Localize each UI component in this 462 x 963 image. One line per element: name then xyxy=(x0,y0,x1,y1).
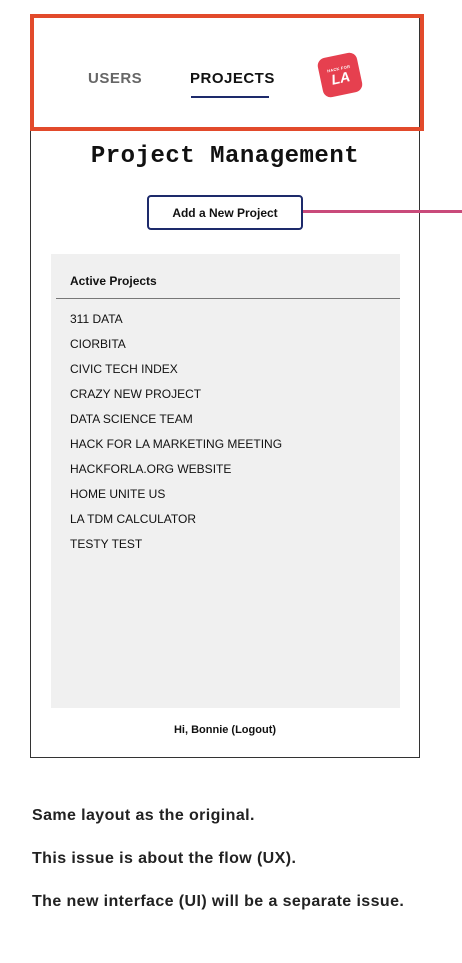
note-line: This issue is about the flow (UX). xyxy=(32,850,297,867)
panel-title: Active Projects xyxy=(70,274,157,288)
project-item[interactable]: HACKFORLA.ORG WEBSITE xyxy=(70,462,282,487)
project-item[interactable]: CIORBITA xyxy=(70,337,282,362)
header-highlight-box xyxy=(30,14,424,131)
panel-divider xyxy=(56,298,400,299)
project-item[interactable]: 311 DATA xyxy=(70,312,282,337)
project-item[interactable]: LA TDM CALCULATOR xyxy=(70,512,282,537)
note-line: The new interface (UI) will be a separat… xyxy=(32,893,405,910)
user-greeting-logout[interactable]: Hi, Bonnie (Logout) xyxy=(31,724,419,736)
note-line: Same layout as the original. xyxy=(32,807,255,824)
annotation-pointer-line xyxy=(303,210,462,213)
project-item[interactable]: HACK FOR LA MARKETING MEETING xyxy=(70,437,282,462)
add-project-button[interactable]: Add a New Project xyxy=(147,195,303,230)
annotation-notes: Same layout as the original. This issue … xyxy=(32,806,432,935)
project-item[interactable]: HOME UNITE US xyxy=(70,487,282,512)
project-item[interactable]: TESTY TEST xyxy=(70,537,282,562)
active-projects-panel: Active Projects 311 DATA CIORBITA CIVIC … xyxy=(51,254,400,708)
project-item[interactable]: DATA SCIENCE TEAM xyxy=(70,412,282,437)
page-title: Project Management xyxy=(90,143,360,170)
project-list: 311 DATA CIORBITA CIVIC TECH INDEX CRAZY… xyxy=(70,312,282,562)
project-item[interactable]: CIVIC TECH INDEX xyxy=(70,362,282,387)
project-item[interactable]: CRAZY NEW PROJECT xyxy=(70,387,282,412)
